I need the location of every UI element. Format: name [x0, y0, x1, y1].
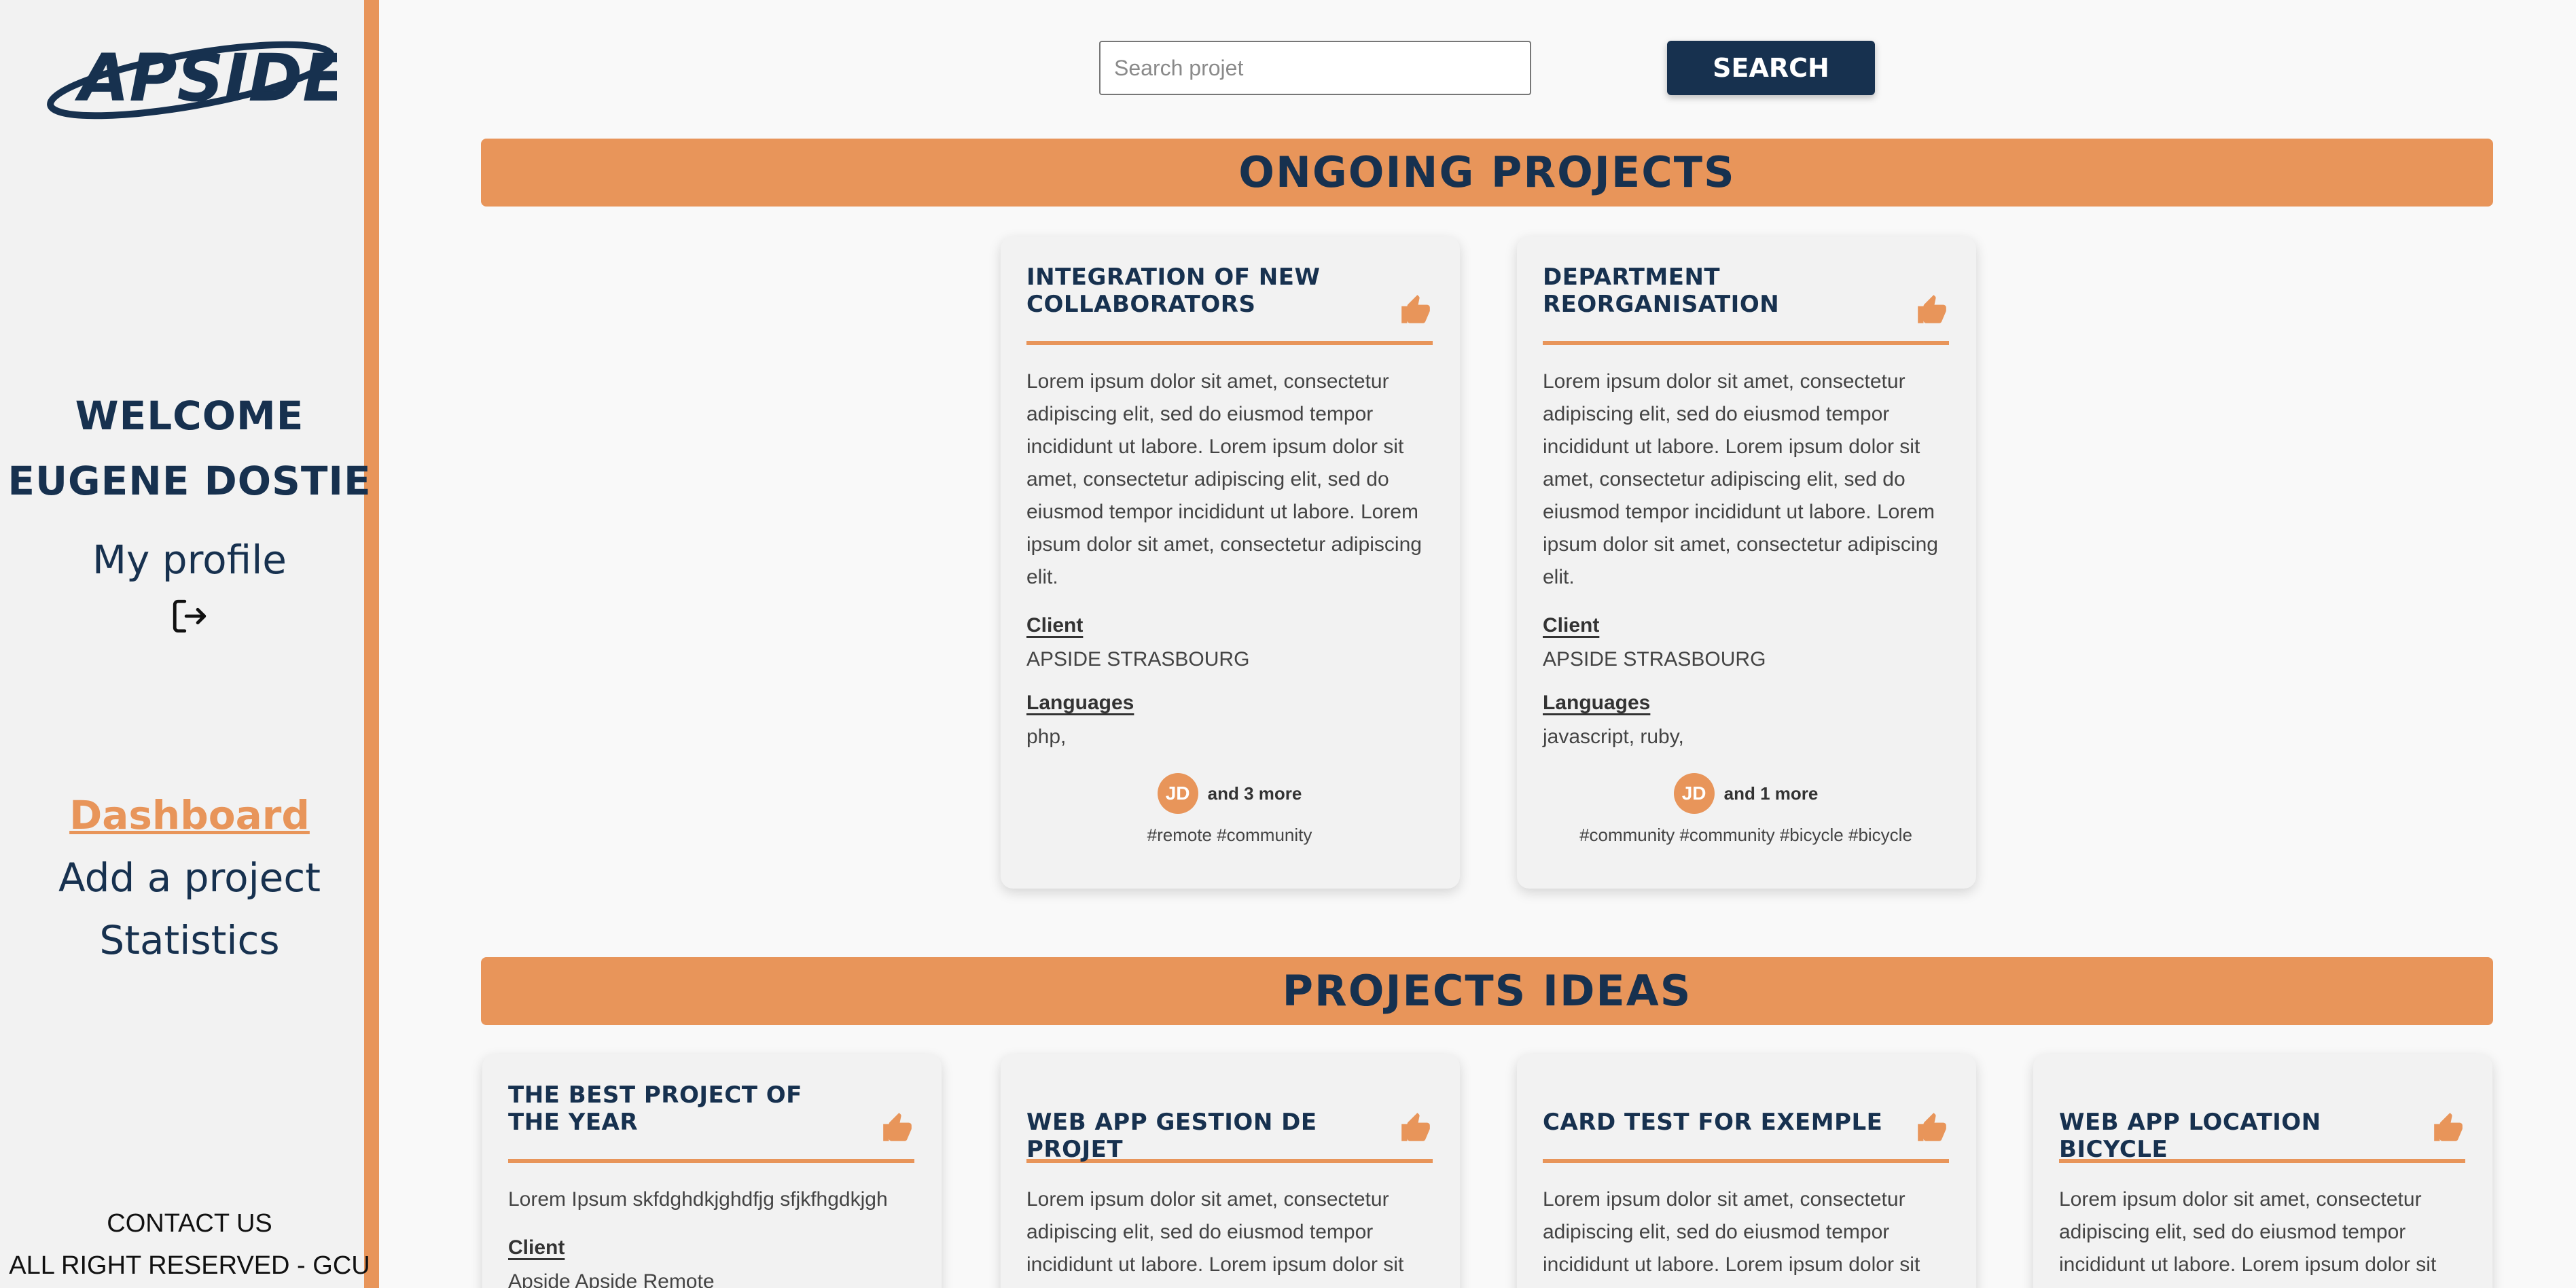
nav-statistics[interactable]: Statistics: [0, 917, 379, 963]
thumbs-up-icon[interactable]: [2431, 1111, 2465, 1145]
client-label: Client: [1543, 614, 1600, 637]
idea-card[interactable]: WEB APP LOCATION BICYCLE Lorem ipsum dol…: [2033, 1054, 2492, 1288]
card-description: Lorem ipsum dolor sit amet, consectetur …: [1543, 370, 1938, 588]
client-value: APSIDE STRASBOURG: [1026, 648, 1250, 670]
logout-icon[interactable]: [170, 596, 209, 636]
contact-us-link[interactable]: CONTACT US: [0, 1209, 379, 1238]
more-members: and 3 more: [1207, 783, 1302, 804]
apside-logo[interactable]: APSIDE: [45, 34, 337, 122]
client-value: Apside Apside Remote: [508, 1270, 715, 1288]
card-header: WEB APP GESTION DE PROJET: [1026, 1081, 1433, 1163]
card-description: Lorem ipsum dolor sit amet, consectetur …: [1026, 1188, 1404, 1288]
card-header: CARD TEST FOR EXEMPLE: [1543, 1081, 1949, 1163]
languages-value: php,: [1026, 726, 1067, 748]
idea-card[interactable]: THE BEST PROJECT OF THE YEAR Lorem Ipsum…: [482, 1054, 942, 1288]
thumbs-up-icon[interactable]: [1915, 1111, 1949, 1145]
my-profile-link[interactable]: My profile: [0, 537, 379, 583]
tags: #remote #community: [1147, 825, 1312, 845]
more-members: and 1 more: [1723, 783, 1819, 804]
nav-add-project[interactable]: Add a project: [0, 855, 379, 901]
card-title: WEB APP GESTION DE PROJET: [1026, 1109, 1317, 1163]
members-row: JD and 3 more: [1026, 773, 1433, 814]
card-title: DEPARTMENT REORGANISATION: [1543, 264, 1780, 318]
idea-card[interactable]: CARD TEST FOR EXEMPLE Lorem ipsum dolor …: [1517, 1054, 1976, 1288]
languages-label: Languages: [1026, 692, 1134, 714]
welcome-heading: WELCOME: [75, 393, 304, 439]
search-input[interactable]: [1099, 41, 1531, 95]
card-title: INTEGRATION OF NEW COLLABORATORS: [1026, 264, 1321, 318]
avatar[interactable]: JD: [1673, 773, 1715, 814]
card-description: Lorem ipsum dolor sit amet, consectetur …: [2059, 1188, 2437, 1288]
card-header: THE BEST PROJECT OF THE YEAR: [508, 1081, 914, 1163]
logo-text: APSIDE: [74, 40, 337, 116]
thumbs-up-icon[interactable]: [880, 1111, 914, 1145]
languages-label: Languages: [1543, 692, 1651, 714]
nav-dashboard[interactable]: Dashboard: [0, 792, 379, 838]
thumbs-up-icon[interactable]: [1915, 293, 1949, 327]
rights-text: ALL RIGHT RESERVED - GCU: [9, 1251, 370, 1280]
card-description: Lorem ipsum dolor sit amet, consectetur …: [1543, 1188, 1920, 1288]
tags: #community #community #bicycle #bicycle: [1579, 825, 1912, 845]
avatar[interactable]: JD: [1157, 773, 1198, 814]
card-description: Lorem Ipsum skfdghdkjghdfjg sfjkfhgdkjgh: [508, 1188, 888, 1211]
user-name: EUGENE DOSTIE: [7, 458, 372, 504]
card-header: WEB APP LOCATION BICYCLE: [2059, 1081, 2465, 1163]
client-label: Client: [1026, 614, 1084, 637]
card-title: CARD TEST FOR EXEMPLE: [1543, 1109, 1883, 1136]
sidebar: APSIDE WELCOME EUGENE DOSTIE My profile …: [0, 0, 379, 1288]
search-button[interactable]: SEARCH: [1667, 41, 1875, 95]
project-card[interactable]: DEPARTMENT REORGANISATION Lorem ipsum do…: [1517, 236, 1976, 889]
project-card[interactable]: INTEGRATION OF NEW COLLABORATORS Lorem i…: [1001, 236, 1460, 889]
thumbs-up-icon[interactable]: [1399, 293, 1433, 327]
projects-ideas-heading: PROJECTS IDEAS: [481, 957, 2493, 1025]
card-description: Lorem ipsum dolor sit amet, consectetur …: [1026, 370, 1422, 588]
card-title: THE BEST PROJECT OF THE YEAR: [508, 1081, 802, 1136]
thumbs-up-icon[interactable]: [1399, 1111, 1433, 1145]
languages-value: javascript, ruby,: [1543, 726, 1684, 748]
idea-card[interactable]: WEB APP GESTION DE PROJET Lorem ipsum do…: [1001, 1054, 1460, 1288]
ongoing-projects-heading: ONGOING PROJECTS: [481, 139, 2493, 207]
client-value: APSIDE STRASBOURG: [1543, 648, 1766, 670]
card-title: WEB APP LOCATION BICYCLE: [2059, 1109, 2321, 1163]
members-row: JD and 1 more: [1543, 773, 1949, 814]
card-header: DEPARTMENT REORGANISATION: [1543, 264, 1949, 345]
client-label: Client: [508, 1236, 565, 1259]
card-header: INTEGRATION OF NEW COLLABORATORS: [1026, 264, 1433, 345]
